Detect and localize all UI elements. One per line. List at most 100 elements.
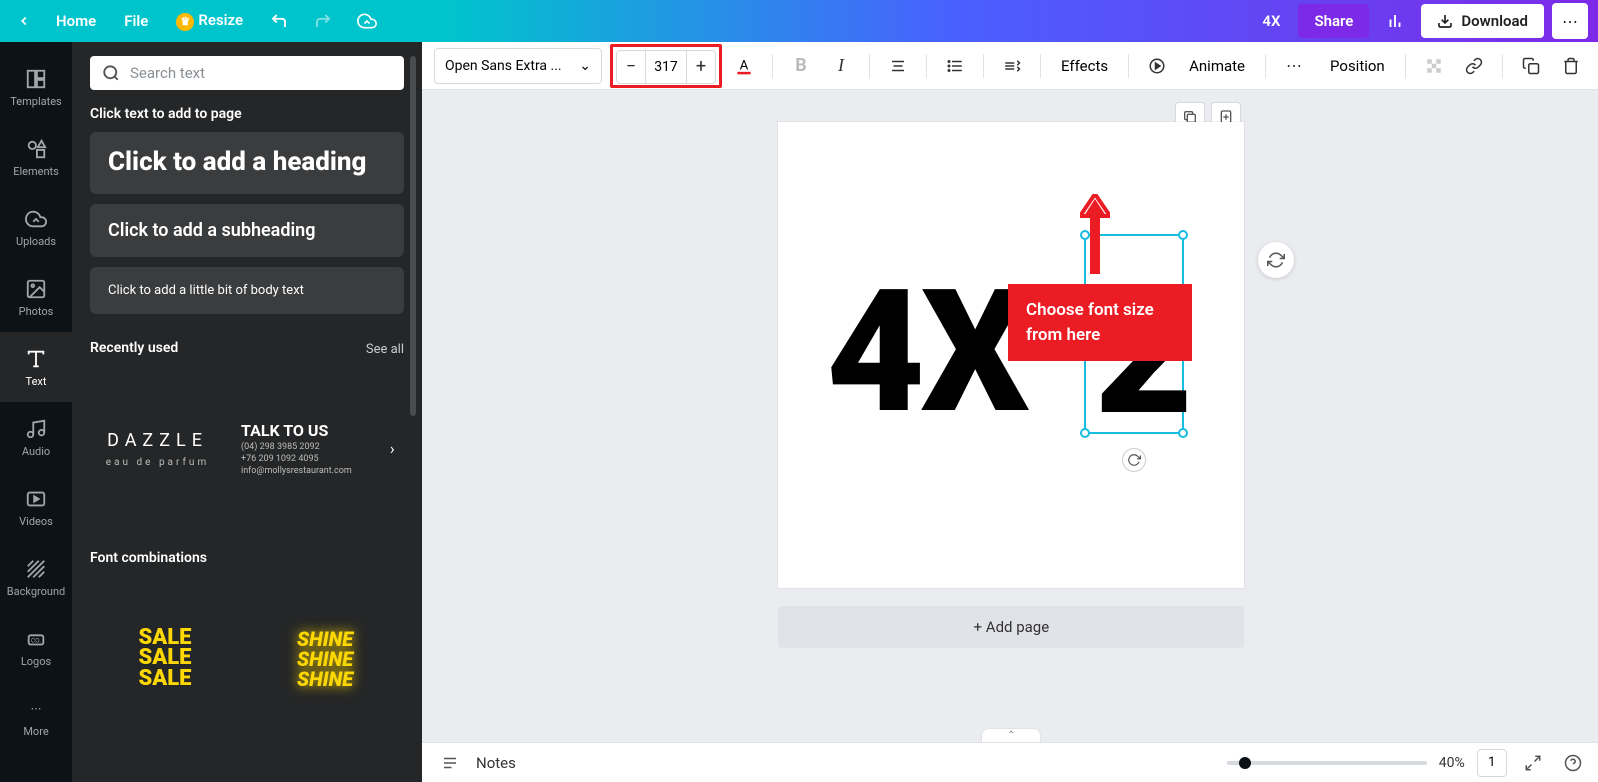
panel-scrollbar[interactable] [410, 56, 416, 416]
nav-label: Templates [10, 95, 61, 108]
nav-audio[interactable]: Audio [0, 402, 72, 472]
thumb-text: DAZZLE [107, 430, 208, 451]
home-button[interactable]: Home [46, 6, 106, 36]
side-nav: Templates Elements Uploads Photos Text A… [0, 42, 72, 782]
font-combinations-label: Font combinations [90, 550, 207, 566]
add-subheading-button[interactable]: Click to add a subheading [90, 204, 404, 257]
animate-button[interactable]: Animate [1179, 57, 1255, 75]
font-combo-shine[interactable]: SHINE SHINE SHINE [250, 584, 400, 734]
photos-icon [24, 277, 48, 301]
search-input-wrap[interactable] [90, 56, 404, 90]
videos-icon [24, 487, 48, 511]
list-button[interactable] [937, 48, 973, 84]
nav-videos[interactable]: Videos [0, 472, 72, 542]
logos-icon: CO. [24, 627, 48, 651]
canvas-text-4x[interactable]: 4X [826, 252, 1025, 452]
align-button[interactable] [880, 48, 916, 84]
cloud-save-icon[interactable] [349, 3, 385, 39]
text-toolbar: Open Sans Extra ... ⌄ − 317 + A B I Effe… [422, 42, 1598, 90]
notes-button[interactable]: Notes [476, 754, 516, 772]
svg-text:CO.: CO. [31, 636, 41, 644]
thumb-text: SHINE [297, 669, 353, 689]
click-add-label: Click text to add to page [90, 106, 404, 122]
add-body-button[interactable]: Click to add a little bit of body text [90, 267, 404, 314]
help-button[interactable] [1559, 749, 1587, 777]
share-button[interactable]: Share [1298, 4, 1369, 38]
more-icon: ⋯ [24, 697, 48, 721]
back-button[interactable] [10, 7, 38, 35]
font-size-decrease[interactable]: − [617, 51, 645, 83]
stats-button[interactable] [1377, 3, 1413, 39]
font-size-group-highlight: − 317 + [610, 44, 722, 88]
zoom-slider[interactable] [1227, 761, 1427, 765]
fullscreen-button[interactable] [1519, 749, 1547, 777]
nav-label: Text [26, 375, 47, 388]
italic-button[interactable]: I [823, 48, 859, 84]
quick-action-button[interactable] [1258, 242, 1294, 278]
nav-label: Videos [19, 515, 53, 528]
bold-button[interactable]: B [783, 48, 819, 84]
notes-icon [436, 749, 464, 777]
doc-title[interactable]: 4X [1262, 12, 1280, 30]
text-color-button[interactable]: A [726, 48, 762, 84]
page-indicator[interactable]: 1 [1477, 749, 1507, 777]
bottom-bar: Notes 40% 1 [422, 742, 1598, 782]
search-input[interactable] [130, 64, 392, 82]
search-icon [102, 64, 120, 82]
nav-more[interactable]: ⋯ More [0, 682, 72, 752]
undo-button[interactable] [261, 3, 297, 39]
download-button[interactable]: Download [1421, 4, 1544, 38]
resize-label: Resize [198, 11, 243, 29]
font-label: Open Sans Extra ... [445, 58, 562, 74]
link-button[interactable] [1456, 48, 1492, 84]
see-all-link[interactable]: See all [366, 342, 404, 357]
text-panel: Click text to add to page Click to add a… [72, 42, 422, 782]
file-menu[interactable]: File [114, 6, 158, 36]
thumb-text: +76 209 1092 4095 [241, 454, 319, 464]
next-templates-button[interactable]: › [381, 436, 404, 462]
thumb-text: SHINE [297, 629, 353, 649]
resize-handle[interactable] [1178, 230, 1188, 240]
font-size-input[interactable]: 317 [645, 51, 687, 83]
resize-handle[interactable] [1080, 428, 1090, 438]
nav-uploads[interactable]: Uploads [0, 192, 72, 262]
nav-label: More [23, 725, 48, 738]
font-size-increase[interactable]: + [687, 51, 715, 83]
duplicate-button[interactable] [1513, 48, 1549, 84]
zoom-thumb[interactable] [1239, 757, 1251, 769]
font-family-select[interactable]: Open Sans Extra ... ⌄ [434, 48, 602, 84]
nav-photos[interactable]: Photos [0, 262, 72, 332]
nav-text[interactable]: Text [0, 332, 72, 402]
text-template-dazzle[interactable]: DAZZLE eau de parfum [90, 374, 225, 524]
background-icon [24, 557, 48, 581]
effects-button[interactable]: Effects [1051, 57, 1118, 75]
nav-label: Uploads [16, 235, 56, 248]
redo-button[interactable] [305, 3, 341, 39]
page-drawer-toggle[interactable]: ⌃ [981, 728, 1041, 742]
position-button[interactable]: Position [1320, 57, 1395, 75]
nav-label: Elements [13, 165, 59, 178]
add-heading-button[interactable]: Click to add a heading [90, 132, 404, 194]
templates-icon [24, 67, 48, 91]
nav-background[interactable]: Background [0, 542, 72, 612]
transparency-button[interactable] [1416, 48, 1452, 84]
resize-button[interactable]: ♛Resize [166, 5, 253, 37]
delete-button[interactable] [1553, 48, 1589, 84]
animate-icon [1139, 48, 1175, 84]
zoom-value[interactable]: 40% [1439, 755, 1465, 771]
nav-templates[interactable]: Templates [0, 52, 72, 122]
more-button[interactable]: ⋯ [1552, 3, 1588, 39]
toolbar-more-button[interactable]: ⋯ [1276, 48, 1312, 84]
uploads-icon [24, 207, 48, 231]
chevron-down-icon: ⌄ [579, 58, 591, 74]
font-combo-sale[interactable]: SALE SALE SALE [90, 584, 240, 734]
nav-label: Logos [21, 655, 51, 668]
rotate-handle[interactable] [1122, 448, 1146, 472]
text-template-talk[interactable]: TALK TO US (04) 298 3985 2092 +76 209 10… [235, 374, 371, 524]
nav-logos[interactable]: CO. Logos [0, 612, 72, 682]
nav-elements[interactable]: Elements [0, 122, 72, 192]
add-page-button[interactable]: + Add page [778, 606, 1244, 648]
nav-label: Audio [22, 445, 50, 458]
annotation-arrow [1080, 194, 1110, 274]
canvas-viewport[interactable]: 4X 2 + Add page Ch [422, 90, 1598, 742]
